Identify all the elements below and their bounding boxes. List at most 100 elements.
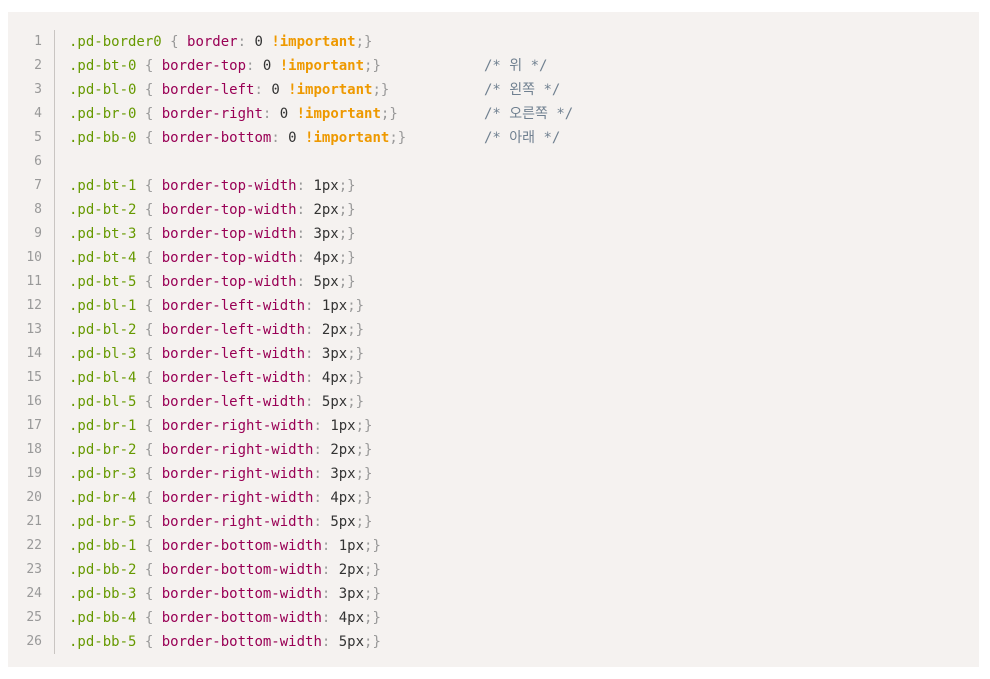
css-property: border-top-width <box>161 202 297 218</box>
close-brace: ;} <box>364 586 381 602</box>
line-number: 23 <box>26 562 42 577</box>
colon: : <box>305 394 322 410</box>
code-line: 7 .pd-bt-1 { border-top-width: 1px;} <box>8 174 979 198</box>
code-line: 19 .pd-br-3 { border-right-width: 3px;} <box>8 462 979 486</box>
open-brace: { <box>136 202 162 218</box>
code-line: 18 .pd-br-2 { border-right-width: 2px;} <box>8 438 979 462</box>
code-line: 15 .pd-bl-4 { border-left-width: 4px;} <box>8 366 979 390</box>
code-comment: /* 아래 */ <box>484 130 561 146</box>
code-text: .pd-bb-5 { border-bottom-width: 5px;} <box>69 630 381 654</box>
css-selector: .pd-bt-5 <box>69 274 137 290</box>
css-property: border-bottom <box>161 130 272 146</box>
line-number: 19 <box>26 466 42 481</box>
close-brace: ;} <box>380 106 398 122</box>
code-line: 10 .pd-bt-4 { border-top-width: 4px;} <box>8 246 979 270</box>
code-text: .pd-br-2 { border-right-width: 2px;} <box>69 438 372 462</box>
css-selector: .pd-br-2 <box>69 442 137 458</box>
css-value: 5px <box>313 274 339 290</box>
css-selector: .pd-bl-4 <box>69 370 137 386</box>
open-brace: { <box>136 226 162 242</box>
code-line: 11 .pd-bt-5 { border-top-width: 5px;} <box>8 270 979 294</box>
code-text: .pd-br-3 { border-right-width: 3px;} <box>69 462 372 486</box>
close-brace: ;} <box>364 562 381 578</box>
open-brace: { <box>136 346 162 362</box>
code-text: .pd-bt-3 { border-top-width: 3px;} <box>69 222 356 246</box>
code-line: 23 .pd-bb-2 { border-bottom-width: 2px;} <box>8 558 979 582</box>
css-value: 5px <box>321 394 348 410</box>
close-brace: ;} <box>364 634 381 650</box>
line-number: 6 <box>34 154 42 169</box>
open-brace: { <box>136 514 162 530</box>
code-text: .pd-br-5 { border-right-width: 5px;} <box>69 510 372 534</box>
colon: : <box>321 538 339 554</box>
css-value: 2px <box>321 322 348 338</box>
css-property: border-bottom-width <box>161 586 322 602</box>
css-value: 4px <box>313 250 339 266</box>
line-number: 15 <box>26 370 42 385</box>
css-value: 1px <box>321 298 348 314</box>
css-value: 4px <box>330 490 356 506</box>
colon: : <box>305 370 322 386</box>
css-selector: .pd-br-4 <box>69 490 137 506</box>
line-number: 11 <box>26 274 42 289</box>
open-brace: { <box>136 274 162 290</box>
line-number: 21 <box>26 514 42 529</box>
css-property: border-left-width <box>161 322 306 338</box>
important-keyword: !important <box>271 58 365 74</box>
code-line: 4 .pd-br-0 { border-right: 0 !important;}… <box>8 102 979 126</box>
css-selector: .pd-br-1 <box>69 418 137 434</box>
code-line: 22 .pd-bb-1 { border-bottom-width: 1px;} <box>8 534 979 558</box>
colon: : <box>296 250 314 266</box>
important-keyword: !important <box>262 34 356 50</box>
code-text: .pd-bl-4 { border-left-width: 4px;} <box>69 366 364 390</box>
open-brace: { <box>136 298 162 314</box>
code-text: .pd-bb-0 { border-bottom: 0 !important;} <box>69 126 406 150</box>
css-property: border-left <box>161 82 255 98</box>
open-brace: { <box>136 466 162 482</box>
css-property: border-right <box>161 106 263 122</box>
css-property: border-left-width <box>161 298 306 314</box>
css-property: border-right-width <box>161 466 314 482</box>
close-brace: ;} <box>338 226 356 242</box>
close-brace: ;} <box>355 490 373 506</box>
code-line: 16 .pd-bl-5 { border-left-width: 5px;} <box>8 390 979 414</box>
close-brace: ;} <box>364 538 381 554</box>
code-comment: /* 오른쪽 */ <box>484 106 574 122</box>
line-number: 8 <box>34 202 42 217</box>
open-brace: { <box>136 58 162 74</box>
code-text: .pd-bt-5 { border-top-width: 5px;} <box>69 270 356 294</box>
line-number: 24 <box>26 586 42 601</box>
line-number: 9 <box>34 226 42 241</box>
code-line: 6 <box>8 150 979 174</box>
close-brace: ;} <box>355 514 373 530</box>
close-brace: ;} <box>347 346 365 362</box>
css-property: border-top-width <box>161 274 297 290</box>
close-brace: ;} <box>355 418 373 434</box>
code-line: 24 .pd-bb-3 { border-bottom-width: 3px;} <box>8 582 979 606</box>
line-number: 20 <box>26 490 42 505</box>
css-value: 2px <box>313 202 339 218</box>
open-brace: { <box>136 106 162 122</box>
code-text: .pd-br-1 { border-right-width: 1px;} <box>69 414 372 438</box>
css-property: border-right-width <box>161 442 314 458</box>
css-value: 5px <box>338 634 365 650</box>
code-text: .pd-bl-3 { border-left-width: 3px;} <box>69 342 364 366</box>
colon: : <box>296 226 314 242</box>
close-brace: ;} <box>355 442 373 458</box>
css-property: border-bottom-width <box>161 562 322 578</box>
colon: : <box>271 130 289 146</box>
line-number: 1 <box>34 34 42 49</box>
line-number: 16 <box>26 394 42 409</box>
close-brace: ;} <box>338 250 356 266</box>
code-comment: /* 왼쪽 */ <box>484 82 561 98</box>
close-brace: ;} <box>338 274 356 290</box>
line-number: 14 <box>26 346 42 361</box>
colon: : <box>254 82 272 98</box>
close-brace: ;} <box>347 298 365 314</box>
code-text: .pd-bl-1 { border-left-width: 1px;} <box>69 294 364 318</box>
close-brace: ;} <box>355 34 373 50</box>
line-number: 17 <box>26 418 42 433</box>
colon: : <box>305 322 322 338</box>
code-text: .pd-bt-2 { border-top-width: 2px;} <box>69 198 356 222</box>
code-line: 2 .pd-bt-0 { border-top: 0 !important;} /*… <box>8 54 979 78</box>
